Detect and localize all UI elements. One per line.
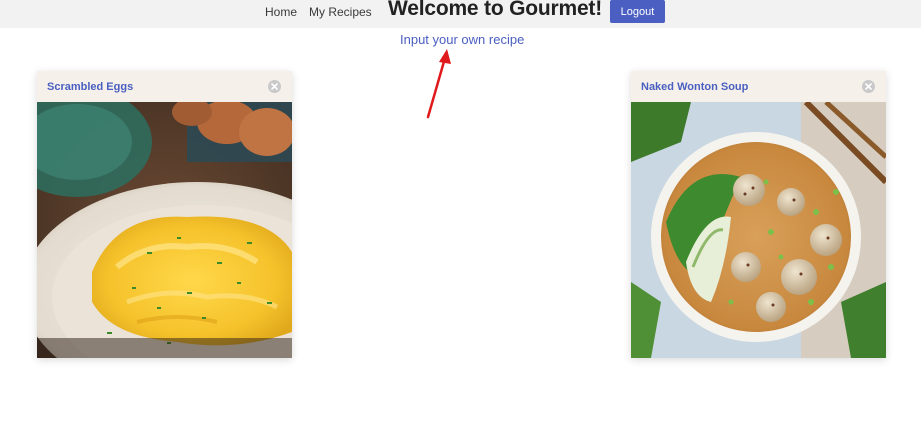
- card-header: Naked Wonton Soup: [631, 71, 886, 102]
- recipe-card-scrambled-eggs[interactable]: Scrambled Eggs: [37, 71, 292, 358]
- close-icon[interactable]: [862, 80, 875, 93]
- scrambled-eggs-image: [37, 102, 292, 358]
- recipe-card-naked-wonton-soup[interactable]: Naked Wonton Soup: [631, 71, 886, 358]
- page-title: Welcome to Gourmet!: [388, 0, 603, 20]
- nav-my-recipes-link[interactable]: My Recipes: [309, 5, 372, 19]
- recipe-title[interactable]: Scrambled Eggs: [47, 81, 133, 93]
- wonton-soup-image: [631, 102, 886, 358]
- nav-home-link[interactable]: Home: [265, 5, 297, 19]
- recipe-title[interactable]: Naked Wonton Soup: [641, 81, 748, 93]
- close-icon[interactable]: [268, 80, 281, 93]
- card-header: Scrambled Eggs: [37, 71, 292, 102]
- input-recipe-link[interactable]: Input your own recipe: [400, 32, 524, 47]
- red-arrow-annotation: [426, 49, 451, 119]
- navbar: Home My Recipes Welcome to Gourmet! Logo…: [0, 0, 921, 28]
- logout-button[interactable]: Logout: [610, 0, 665, 23]
